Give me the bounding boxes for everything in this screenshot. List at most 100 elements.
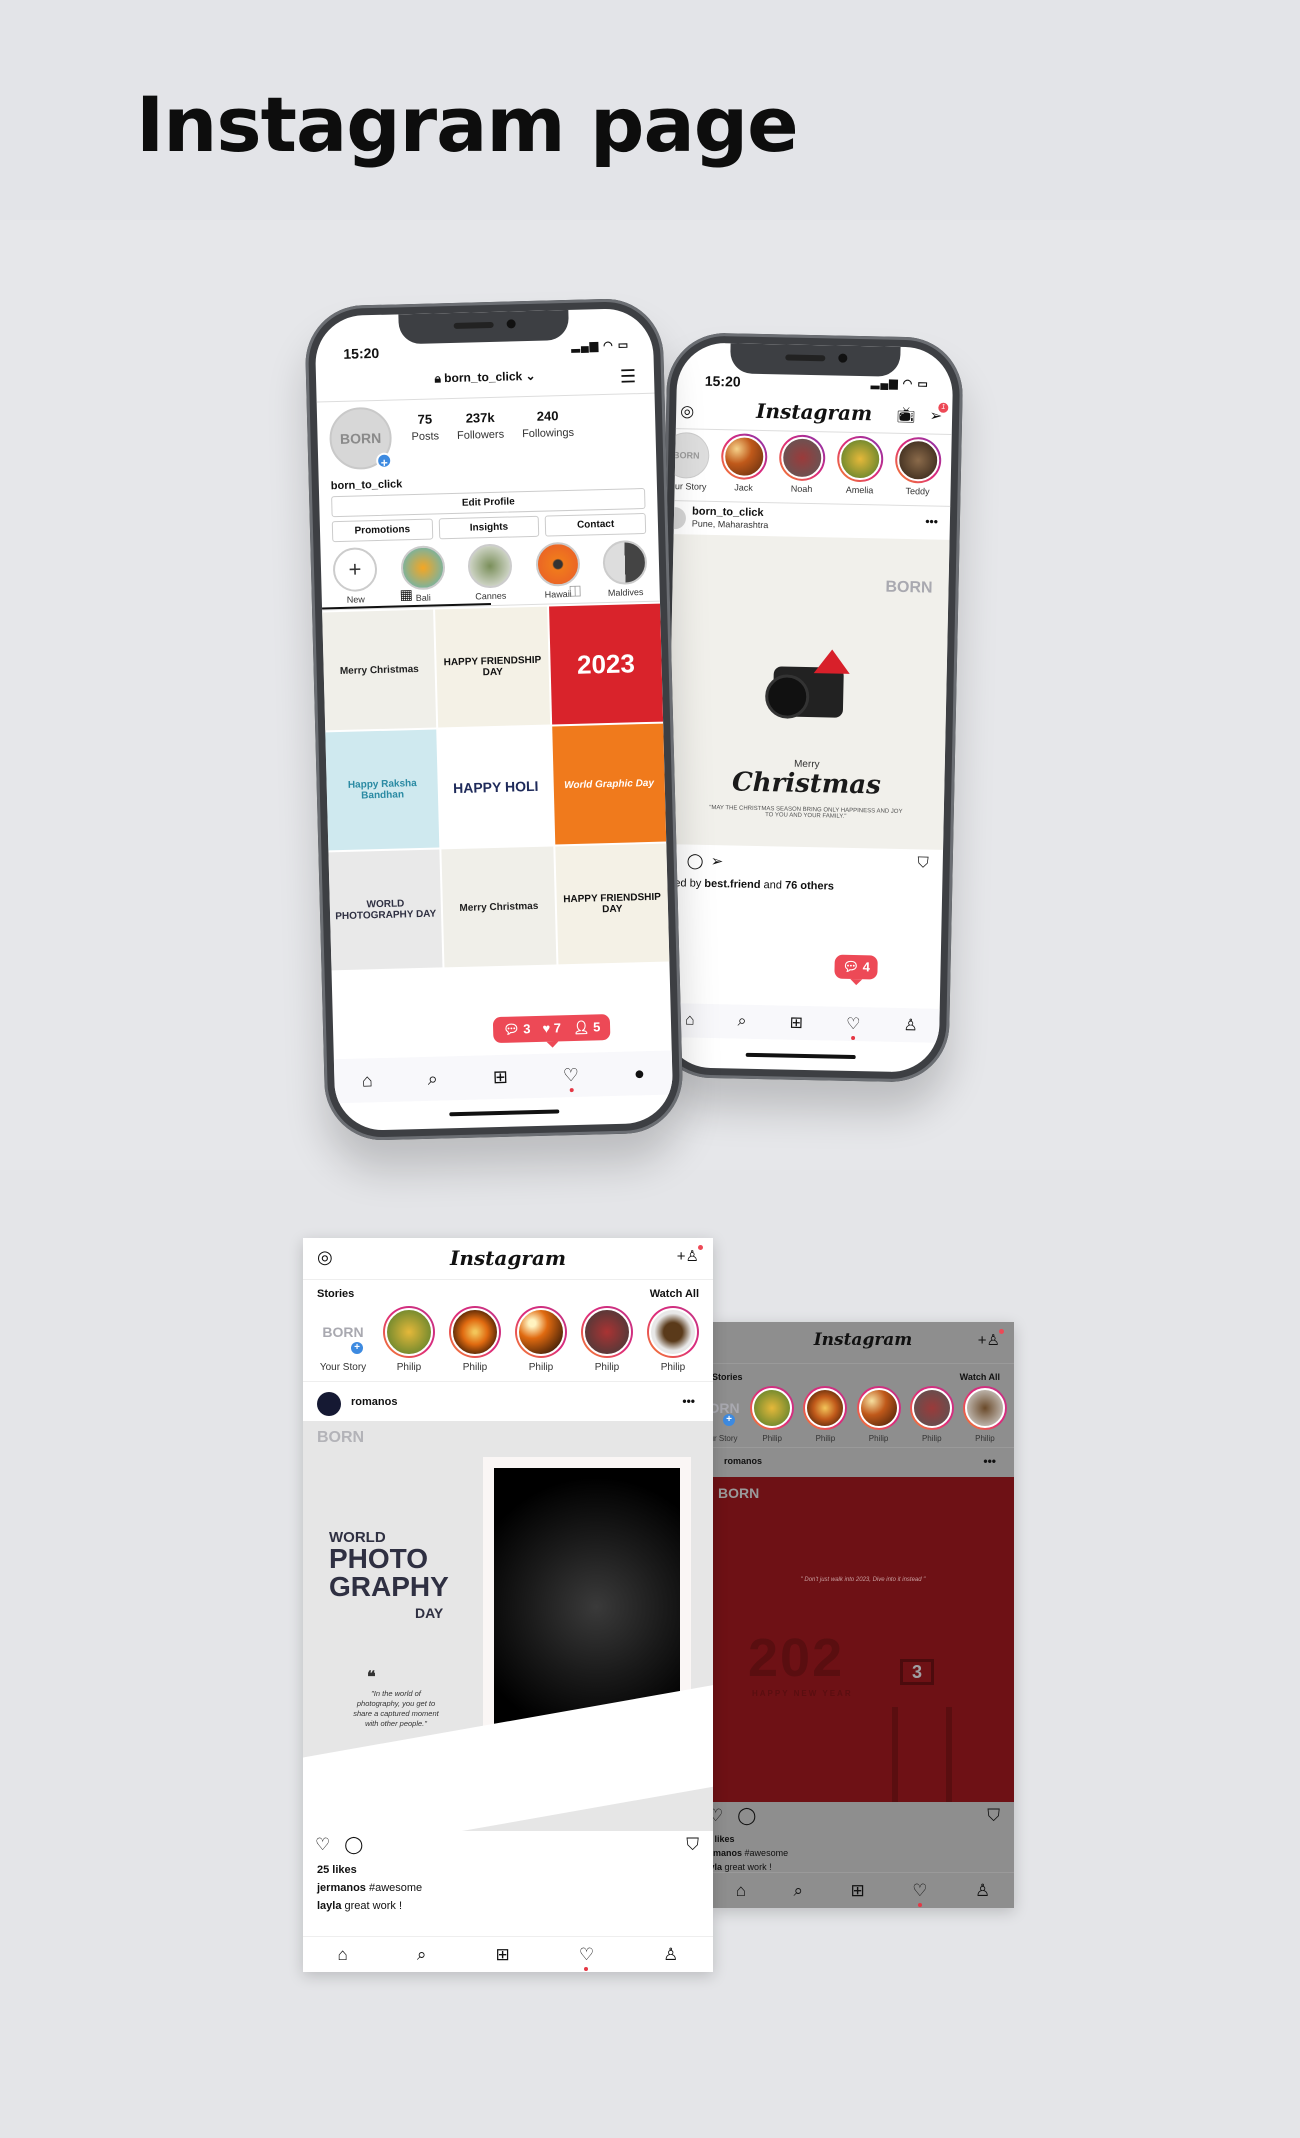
follower-count-value: 5 — [592, 1019, 601, 1035]
story-your[interactable]: BORN + Your Story — [315, 1306, 371, 1373]
chevron-down-icon[interactable]: ⌄ — [525, 369, 535, 383]
story-item[interactable]: Philip — [579, 1306, 635, 1373]
search-icon[interactable]: ⌕ — [794, 1881, 804, 1901]
add-post-icon[interactable]: ⊞ — [789, 1013, 803, 1033]
story-item[interactable]: Philip — [381, 1306, 437, 1373]
story-item[interactable]: Philip — [856, 1386, 902, 1443]
photography-day-post-image[interactable]: BORN WORLD PHOTO GRAPHY DAY ❝ "In the wo… — [303, 1421, 713, 1831]
post-username[interactable]: romanos — [724, 1456, 762, 1466]
grid-post[interactable]: WORLD PHOTOGRAPHY DAY — [328, 849, 443, 971]
watch-all-link[interactable]: Watch All — [650, 1288, 699, 1300]
born-logo: BORN — [885, 578, 933, 597]
grid-post[interactable]: HAPPY FRIENDSHIP DAY — [435, 606, 550, 728]
story-item[interactable]: Noah — [776, 434, 827, 494]
profile-icon[interactable]: ♙ — [975, 1881, 990, 1901]
more-options-icon[interactable]: ••• — [682, 1394, 695, 1408]
like-icon[interactable]: ♡ — [315, 1835, 330, 1855]
profile-avatar[interactable]: BORN + — [328, 406, 393, 471]
hamburger-icon[interactable]: ☰ — [620, 366, 637, 387]
edit-profile-button[interactable]: Edit Profile — [331, 487, 646, 518]
stat-followings[interactable]: 240 Followings — [521, 408, 574, 442]
story-item[interactable]: Philip — [645, 1306, 701, 1373]
likes-count[interactable]: 25 likes — [317, 1864, 357, 1876]
profile-icon[interactable]: ♙ — [663, 1945, 678, 1965]
comment-icon[interactable]: ◯ — [687, 851, 704, 869]
heart-icon[interactable]: ♡ — [563, 1064, 580, 1092]
igtv-icon[interactable]: 📺︎ — [896, 406, 915, 424]
grid-post[interactable]: HAPPY HOLI — [438, 726, 553, 848]
camera-icon[interactable]: ◎ — [680, 401, 694, 421]
home-icon[interactable]: ⌂ — [736, 1881, 746, 1901]
comment-notification-bubble[interactable]: 💬︎ 4 — [834, 954, 879, 980]
stat-followers[interactable]: 237k Followers — [456, 410, 504, 444]
comment-icon[interactable]: ◯ — [737, 1806, 756, 1826]
heart-icon[interactable]: ♡ — [846, 1014, 861, 1041]
story-your[interactable]: BORN Your Story — [662, 431, 711, 492]
account-switcher[interactable]: born_to_click — [444, 369, 522, 385]
story-item[interactable]: Philip — [802, 1386, 848, 1443]
activity-notification-bubble[interactable]: 💬︎ 3 ♥ 7 👤︎ 5 — [492, 1014, 611, 1044]
search-icon[interactable]: ⌕ — [417, 1945, 427, 1965]
story-name: Philip — [921, 1434, 942, 1443]
insights-button[interactable]: Insights — [438, 515, 540, 540]
grid-tab-icon[interactable]: ▦ — [321, 584, 492, 610]
add-story-icon: + — [351, 1342, 363, 1354]
comment-user[interactable]: layla — [317, 1900, 341, 1912]
story-item[interactable]: Philip — [513, 1306, 569, 1373]
profile-stats: 75 Posts 237k Followers 240 Followings — [411, 408, 574, 445]
grid-post[interactable]: World Graphic Day — [551, 723, 667, 845]
story-item[interactable]: Philip — [749, 1386, 795, 1443]
liked-by-user[interactable]: best.friend — [704, 878, 760, 891]
post-avatar[interactable] — [317, 1392, 341, 1416]
search-icon[interactable]: ⌕ — [427, 1068, 438, 1089]
direct-message-icon[interactable]: ➢ 1 — [929, 402, 949, 425]
search-icon[interactable]: ⌕ — [737, 1013, 746, 1031]
watch-all-link[interactable]: Watch All — [960, 1372, 1000, 1382]
caption-user[interactable]: jermanos — [317, 1882, 366, 1894]
post-location[interactable]: Pune, Maharashtra — [692, 519, 769, 531]
story-item[interactable]: Amelia — [834, 435, 885, 496]
grid-post[interactable]: HAPPY FRIENDSHIP DAY — [555, 843, 670, 965]
add-post-icon[interactable]: ⊞ — [493, 1066, 509, 1087]
bookmark-icon[interactable]: ⛉ — [987, 1806, 1000, 1826]
story-item[interactable]: Philip — [447, 1306, 503, 1373]
grid-post[interactable]: Merry Christmas — [441, 846, 557, 968]
promotions-button[interactable]: Promotions — [331, 518, 433, 543]
contact-button[interactable]: Contact — [545, 512, 647, 537]
grid-post[interactable]: Merry Christmas — [322, 609, 437, 731]
stat-posts[interactable]: 75 Posts — [411, 411, 439, 445]
heart-icon[interactable]: ♡ — [912, 1881, 928, 1907]
add-person-icon[interactable]: +♙ — [677, 1245, 703, 1265]
add-person-icon[interactable]: +♙ — [978, 1329, 1004, 1349]
grid-post[interactable]: Happy Raksha Bandhan — [325, 729, 440, 851]
add-story-icon[interactable]: + — [375, 452, 393, 470]
home-icon[interactable]: ⌂ — [338, 1945, 348, 1965]
add-post-icon[interactable]: ⊞ — [851, 1881, 865, 1901]
post-username[interactable]: born_to_click — [692, 506, 764, 519]
christmas-post-image[interactable]: BORN Merry Christmas "May the Christmas … — [667, 534, 950, 850]
more-options-icon[interactable]: ••• — [983, 1454, 996, 1468]
home-icon[interactable]: ⌂ — [685, 1011, 695, 1029]
grid-post[interactable]: 2023 — [548, 603, 664, 725]
activity-dot — [569, 1087, 574, 1092]
tagged-tab-icon[interactable]: ◫ — [490, 580, 659, 605]
story-item[interactable]: Jack — [718, 433, 769, 493]
more-options-icon[interactable]: ••• — [925, 514, 938, 528]
post-actions: ♡ ◯ ⛉ — [303, 1831, 713, 1861]
liked-by-others[interactable]: 76 others — [785, 880, 834, 893]
profile-icon[interactable]: ● — [634, 1063, 645, 1084]
comment-icon[interactable]: ◯ — [344, 1835, 363, 1855]
bookmark-icon[interactable]: ⛉ — [917, 854, 929, 871]
bookmark-icon[interactable]: ⛉ — [686, 1835, 699, 1855]
story-name: Your Story — [319, 1362, 367, 1373]
story-item[interactable]: Philip — [962, 1386, 1008, 1443]
story-item[interactable]: Teddy — [892, 436, 943, 497]
share-icon[interactable]: ➢ — [711, 852, 724, 870]
story-item[interactable]: Philip — [909, 1386, 955, 1443]
add-post-icon[interactable]: ⊞ — [496, 1945, 510, 1965]
home-icon[interactable]: ⌂ — [362, 1070, 373, 1091]
new-year-post-image[interactable]: BORN " Don't just walk into 2023, Dive i… — [712, 1477, 1014, 1802]
profile-icon[interactable]: ♙ — [903, 1015, 918, 1035]
post-username[interactable]: romanos — [351, 1396, 397, 1408]
heart-icon[interactable]: ♡ — [579, 1945, 594, 1971]
